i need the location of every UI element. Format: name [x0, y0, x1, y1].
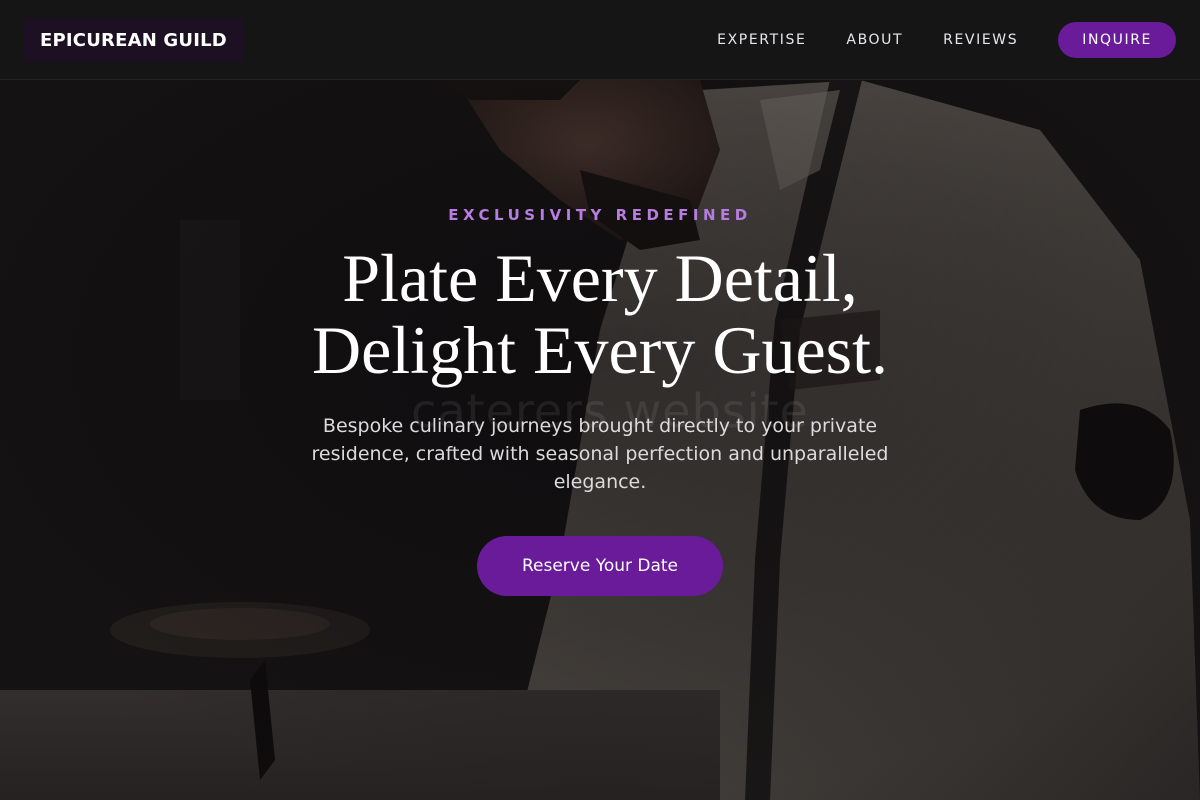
- nav-link-expertise[interactable]: EXPERTISE: [717, 32, 806, 48]
- main-nav: EXPERTISE ABOUT REVIEWS INQUIRE: [717, 22, 1176, 58]
- nav-link-about[interactable]: ABOUT: [846, 32, 903, 48]
- hero-headline-line-2: Delight Every Guest.: [312, 312, 888, 388]
- hero-eyebrow: EXCLUSIVITY REDEFINED: [448, 206, 752, 224]
- hero-section: EXCLUSIVITY REDEFINED Plate Every Detail…: [0, 80, 1200, 800]
- hero-subtext: Bespoke culinary journeys brought direct…: [311, 415, 889, 493]
- brand-logo[interactable]: EPICUREAN GUILD: [24, 18, 243, 62]
- reserve-date-button[interactable]: Reserve Your Date: [477, 536, 723, 596]
- nav-link-reviews[interactable]: REVIEWS: [943, 32, 1018, 48]
- hero-headline: Plate Every Detail, Delight Every Guest.: [200, 242, 1000, 386]
- site-header: EPICUREAN GUILD EXPERTISE ABOUT REVIEWS …: [0, 0, 1200, 80]
- inquire-button[interactable]: INQUIRE: [1058, 22, 1176, 58]
- hero-headline-line-1: Plate Every Detail,: [342, 240, 858, 316]
